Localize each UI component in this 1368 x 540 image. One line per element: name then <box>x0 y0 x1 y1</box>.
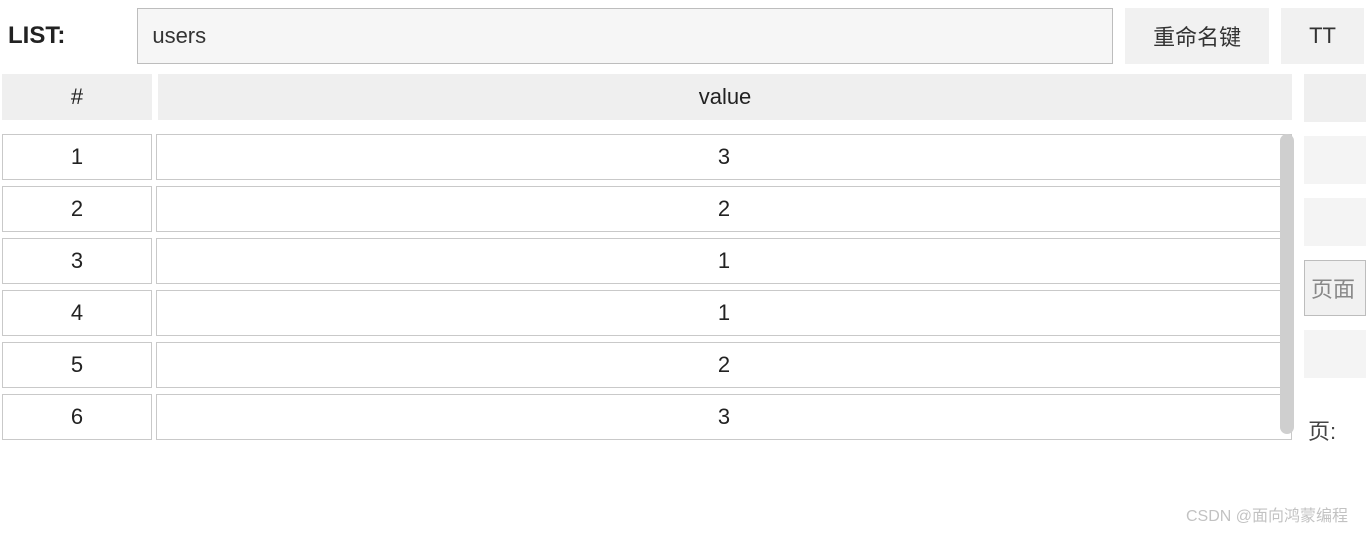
cell-index: 2 <box>2 186 152 232</box>
page-label: 页: <box>1304 414 1366 446</box>
side-block <box>1304 136 1366 184</box>
cell-index: 1 <box>2 134 152 180</box>
cell-index: 5 <box>2 342 152 388</box>
column-header-index[interactable]: # <box>2 74 152 120</box>
cell-value[interactable]: 1 <box>156 290 1292 336</box>
scrollbar-track[interactable] <box>1280 134 1294 434</box>
side-block <box>1304 330 1366 378</box>
header-row: LIST: 重命名键 TT <box>0 0 1368 74</box>
key-name-input[interactable] <box>137 8 1113 64</box>
tt-button[interactable]: TT <box>1281 8 1364 64</box>
watermark-text: CSDN @面向鸿蒙编程 <box>1186 502 1348 526</box>
table-row[interactable]: 5 2 <box>2 342 1292 388</box>
table-row[interactable]: 1 3 <box>2 134 1292 180</box>
side-panel: 页面 页: <box>1292 74 1366 446</box>
cell-value[interactable]: 3 <box>156 394 1292 440</box>
table-area: # value 1 3 2 2 3 1 4 1 5 2 <box>0 74 1368 446</box>
cell-index: 3 <box>2 238 152 284</box>
page-button[interactable]: 页面 <box>1304 260 1366 316</box>
cell-value[interactable]: 3 <box>156 134 1292 180</box>
table-row[interactable]: 3 1 <box>2 238 1292 284</box>
table-body: 1 3 2 2 3 1 4 1 5 2 6 3 <box>2 134 1292 440</box>
rename-key-button[interactable]: 重命名键 <box>1125 8 1269 64</box>
column-header-value[interactable]: value <box>158 74 1292 120</box>
table-row[interactable]: 6 3 <box>2 394 1292 440</box>
cell-value[interactable]: 2 <box>156 186 1292 232</box>
cell-value[interactable]: 2 <box>156 342 1292 388</box>
table-row[interactable]: 2 2 <box>2 186 1292 232</box>
cell-value[interactable]: 1 <box>156 238 1292 284</box>
table-header: # value <box>2 74 1292 120</box>
scrollbar-thumb[interactable] <box>1280 134 1294 434</box>
list-table: # value 1 3 2 2 3 1 4 1 5 2 <box>2 74 1292 446</box>
side-header-cell <box>1304 74 1366 122</box>
side-block <box>1304 198 1366 246</box>
type-label: LIST: <box>8 22 125 50</box>
cell-index: 4 <box>2 290 152 336</box>
table-row[interactable]: 4 1 <box>2 290 1292 336</box>
cell-index: 6 <box>2 394 152 440</box>
